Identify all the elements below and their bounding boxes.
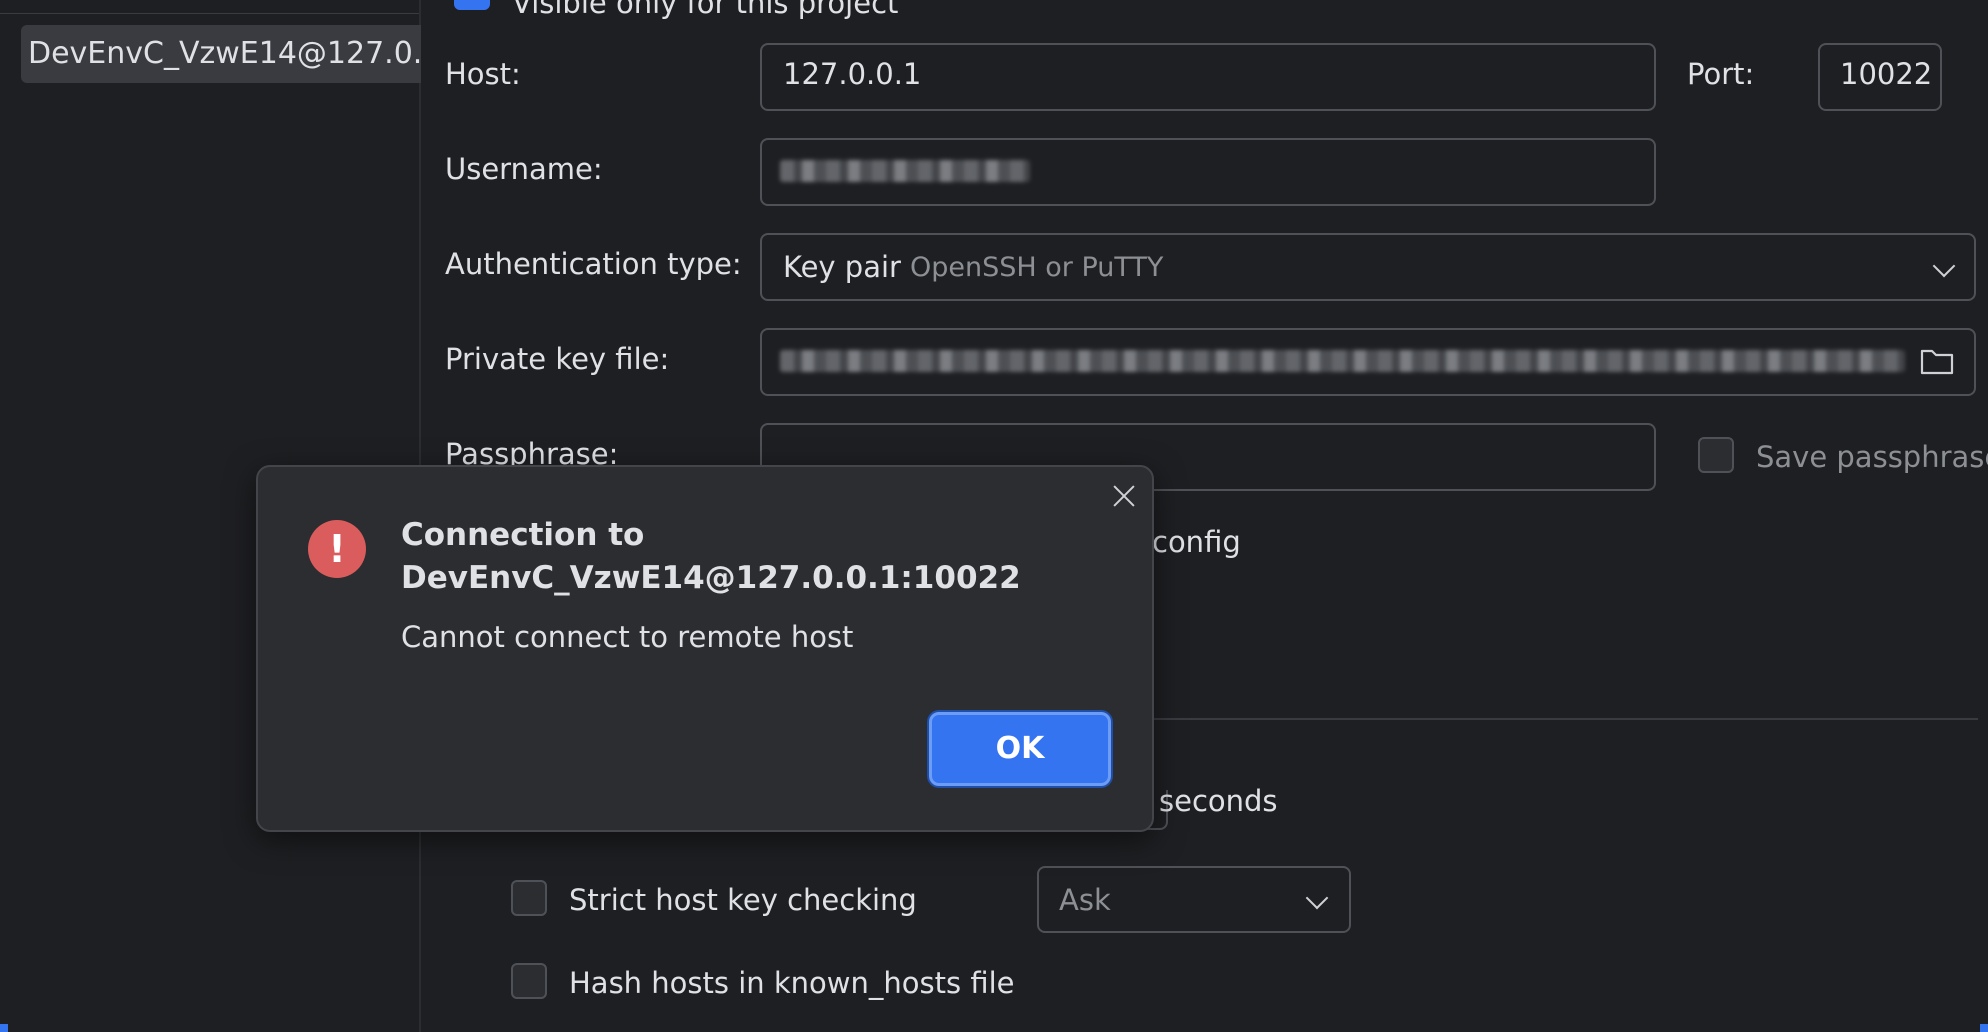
username-label: Username:: [445, 152, 603, 186]
save-passphrase-label: Save passphrase: [1756, 440, 1988, 474]
seconds-label: seconds: [1159, 784, 1278, 818]
window-corner-marker: [0, 1024, 8, 1032]
strict-host-checkbox[interactable]: [511, 880, 547, 916]
strict-host-label: Strict host key checking: [569, 883, 917, 917]
host-value: 127.0.0.1: [783, 57, 922, 91]
hash-hosts-checkbox[interactable]: [511, 963, 547, 999]
strict-host-value: Ask: [1059, 883, 1111, 917]
close-icon[interactable]: [1108, 480, 1140, 512]
username-redacted: [780, 160, 1030, 182]
error-icon: !: [308, 520, 366, 578]
window-corner-marker: [1980, 1024, 1988, 1032]
sidebar-item-label: DevEnvC_VzwE14@127.0.0.1: [28, 36, 471, 71]
auth-type-label: Authentication type:: [445, 247, 742, 281]
folder-icon[interactable]: [1919, 346, 1955, 376]
private-key-label: Private key file:: [445, 342, 670, 376]
section-divider: [1152, 718, 1978, 720]
port-label: Port:: [1687, 57, 1755, 91]
ok-button[interactable]: OK: [929, 712, 1111, 786]
hash-hosts-label: Hash hosts in known_hosts file: [569, 966, 1015, 1000]
auth-type-value: Key pair: [783, 250, 901, 284]
sidebar-divider: [0, 13, 419, 14]
save-passphrase-checkbox[interactable]: [1698, 437, 1734, 473]
visible-only-checkbox[interactable]: [454, 0, 490, 10]
auth-type-hint: OpenSSH or PuTTY: [910, 252, 1164, 283]
dialog-title: Connection to DevEnvC_VzwE14@127.0.0.1:1…: [401, 517, 1021, 596]
visible-only-label: Visible only for this project: [512, 0, 899, 20]
dialog-message: Cannot connect to remote host: [401, 620, 854, 654]
private-key-redacted: [780, 350, 1905, 372]
port-value: 10022: [1840, 57, 1933, 91]
config-label-fragment: config: [1152, 525, 1241, 559]
host-label: Host:: [445, 57, 521, 91]
